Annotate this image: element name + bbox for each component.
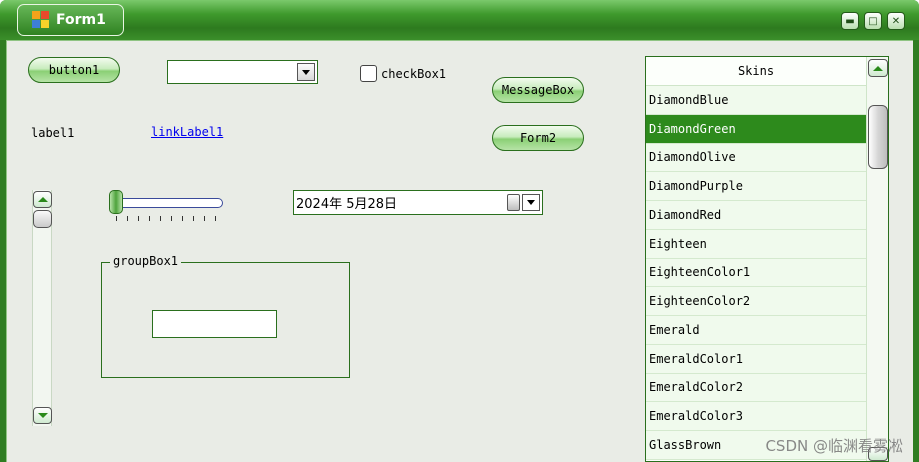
button1[interactable]: button1	[28, 57, 120, 83]
watermark: CSDN @临渊看雾凇	[765, 437, 903, 455]
messagebox-button[interactable]: MessageBox	[492, 77, 584, 103]
title-tab: Form1	[17, 4, 124, 36]
arrow-up-icon	[37, 197, 48, 202]
checkbox1[interactable]: checkBox1	[360, 65, 446, 82]
trackbar-ticks	[116, 216, 220, 221]
chevron-down-icon	[527, 200, 535, 205]
list-item[interactable]: EmeraldColor3	[646, 402, 866, 431]
checkbox-label: checkBox1	[381, 66, 447, 81]
groupbox-textbox[interactable]	[152, 310, 277, 338]
list-item[interactable]: DiamondOlive	[646, 143, 866, 173]
list-item[interactable]: DiamondBlue	[646, 86, 866, 115]
list-item[interactable]: DiamondPurple	[646, 172, 866, 201]
groupbox1: groupBox1	[101, 254, 350, 378]
minimize-icon[interactable]: ▬	[841, 12, 859, 30]
window-title: Form1	[56, 12, 106, 28]
list-item[interactable]: Eighteen	[646, 229, 866, 259]
listbox-scroll-thumb[interactable]	[868, 105, 888, 169]
listbox-scrollbar[interactable]	[866, 57, 888, 461]
skins-header: Skins	[646, 57, 866, 86]
app-icon	[32, 11, 50, 29]
list-item[interactable]: EmeraldColor2	[646, 373, 866, 403]
combobox[interactable]	[167, 60, 318, 84]
scroll-thumb[interactable]	[33, 210, 52, 228]
checkbox-box[interactable]	[360, 65, 377, 82]
arrow-down-icon	[37, 413, 48, 418]
list-item[interactable]: EighteenColor1	[646, 258, 866, 288]
list-item[interactable]: DiamondGreen	[646, 114, 866, 144]
title-bar[interactable]: Form1 ▬ □ ✕	[0, 0, 919, 40]
close-icon[interactable]: ✕	[887, 12, 905, 30]
maximize-icon[interactable]: □	[864, 12, 882, 30]
vertical-scrollbar[interactable]	[32, 190, 52, 426]
list-item[interactable]: EmeraldColor1	[646, 344, 866, 374]
date-value: 2024年 5月28日	[296, 197, 398, 212]
scroll-down-button[interactable]	[33, 407, 52, 424]
trackbar-thumb[interactable]	[109, 190, 123, 214]
date-dropdown-button[interactable]	[522, 194, 540, 211]
combobox-dropdown-button[interactable]	[297, 63, 315, 81]
listbox-scroll-up-button[interactable]	[868, 59, 888, 77]
list-item[interactable]: Emerald	[646, 316, 866, 345]
groupbox-caption: groupBox1	[110, 254, 182, 268]
skins-listbox[interactable]: Skins DiamondBlue DiamondGreen DiamondOliv…	[645, 56, 889, 462]
arrow-up-icon	[873, 65, 883, 71]
chevron-down-icon	[302, 69, 310, 75]
date-time-picker[interactable]: 2024年 5月28日	[293, 190, 543, 215]
calendar-icon[interactable]	[507, 194, 520, 211]
label1: label1	[31, 126, 75, 140]
list-item[interactable]: DiamondRed	[646, 201, 866, 230]
scroll-up-button[interactable]	[33, 191, 52, 208]
trackbar[interactable]	[110, 198, 223, 208]
list-item[interactable]: EighteenColor2	[646, 287, 866, 316]
link-label[interactable]: linkLabel1	[151, 125, 223, 139]
form2-button[interactable]: Form2	[492, 125, 584, 151]
